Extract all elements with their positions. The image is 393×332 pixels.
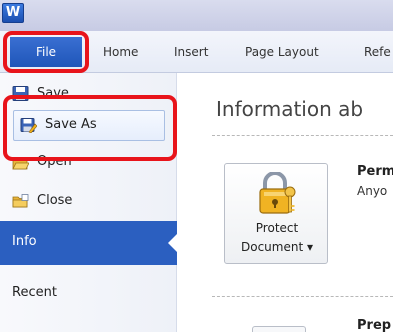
menu-item-label: Save As bbox=[45, 117, 97, 132]
title-bar: W bbox=[0, 0, 393, 31]
menu-item-info[interactable]: Info bbox=[0, 221, 178, 265]
lock-key-icon bbox=[259, 172, 296, 214]
menu-item-label: Open bbox=[37, 154, 72, 169]
close-folder-icon bbox=[12, 194, 29, 208]
save-as-icon bbox=[20, 118, 37, 133]
menu-item-label: Save bbox=[37, 86, 69, 101]
menu-item-label: Close bbox=[37, 193, 73, 208]
divider bbox=[212, 296, 393, 297]
divider bbox=[212, 135, 393, 136]
selected-arrow-indicator bbox=[168, 233, 178, 253]
tab-page-layout[interactable]: Page Layout bbox=[245, 37, 319, 67]
protect-button-label: Protect bbox=[255, 221, 299, 235]
backstage-menu: Save Save As Open Close Info Recent bbox=[0, 73, 178, 332]
menu-item-save[interactable]: Save bbox=[0, 83, 177, 105]
menu-item-label: Recent bbox=[12, 285, 57, 300]
permissions-description: Anyo bbox=[357, 184, 388, 198]
protect-button-label-dropdown: Document ▾ bbox=[240, 240, 313, 254]
window: W File Home Insert Page Layout Refe Save bbox=[0, 0, 393, 332]
permissions-title: Perm bbox=[357, 164, 393, 179]
ribbon-tabs: File Home Insert Page Layout Refe bbox=[0, 31, 393, 73]
menu-item-save-as[interactable]: Save As bbox=[0, 110, 177, 141]
menu-item-recent[interactable]: Recent bbox=[0, 283, 177, 305]
tab-file[interactable]: File bbox=[10, 37, 82, 67]
menu-item-label: Info bbox=[12, 234, 37, 249]
menu-item-close[interactable]: Close bbox=[0, 191, 177, 213]
prepare-title: Prep bbox=[357, 318, 392, 332]
tab-insert[interactable]: Insert bbox=[174, 37, 208, 67]
protect-document-button[interactable]: Protect Document ▾ bbox=[224, 163, 328, 264]
word-app-icon[interactable]: W bbox=[2, 3, 24, 23]
menu-item-open[interactable]: Open bbox=[0, 153, 177, 175]
check-for-issues-button[interactable] bbox=[252, 326, 306, 332]
save-icon bbox=[12, 86, 29, 101]
page-title: Information ab bbox=[216, 97, 364, 121]
tab-home[interactable]: Home bbox=[103, 37, 138, 67]
tab-references[interactable]: Refe bbox=[364, 37, 391, 67]
open-folder-icon bbox=[12, 158, 29, 170]
